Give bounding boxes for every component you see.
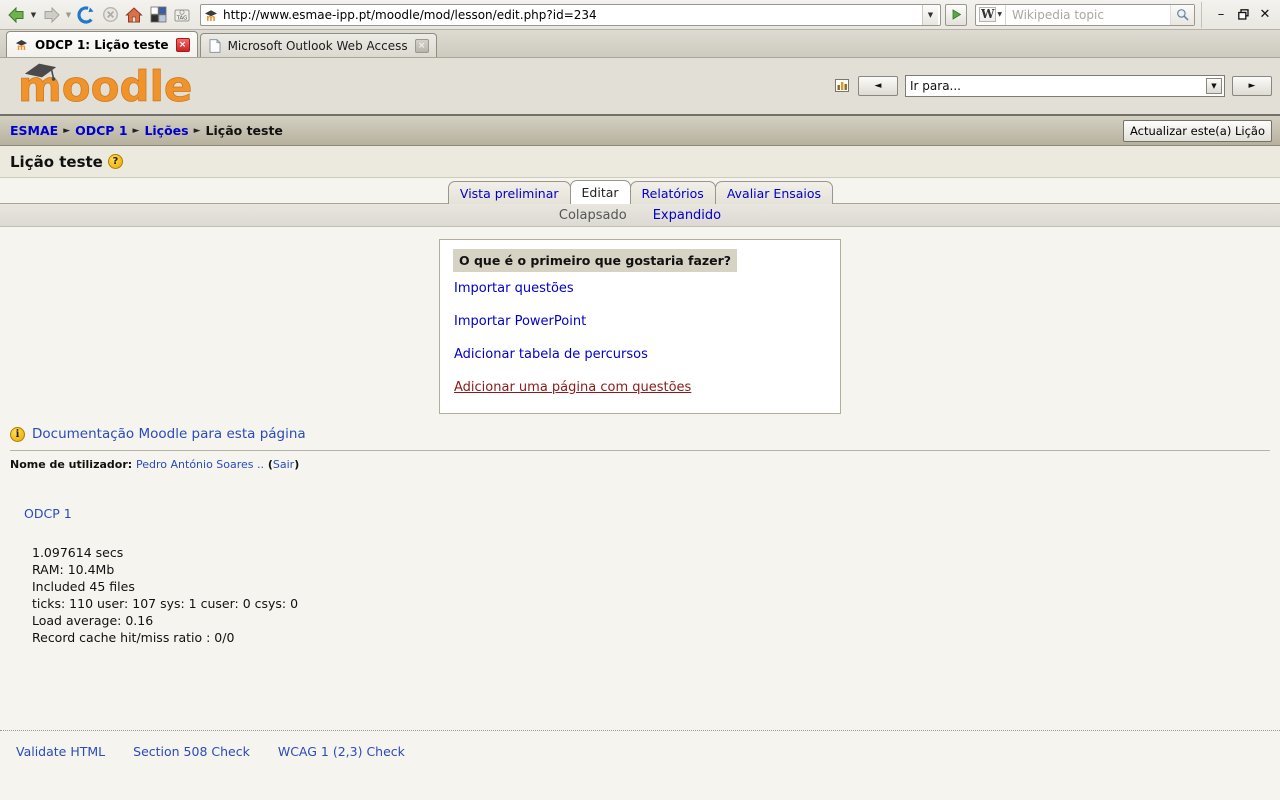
- moodle-docs-row: i Documentação Moodle para esta página: [0, 414, 1280, 450]
- username-link[interactable]: Pedro António Soares ..: [136, 458, 264, 471]
- address-bar[interactable]: m http://www.esmae-ipp.pt/moodle/mod/les…: [200, 3, 941, 26]
- link-adicionar-pagina-questoes[interactable]: Adicionar uma página com questões: [454, 380, 827, 395]
- home-icon[interactable]: [122, 3, 146, 27]
- forward-arrow-icon: [39, 3, 63, 27]
- svg-text:TAG: TAG: [176, 15, 188, 21]
- performance-info: 1.097614 secs RAM: 10.4Mb Included 45 fi…: [0, 522, 1280, 646]
- wcag-link[interactable]: WCAG 1 (2,3) Check: [278, 744, 405, 759]
- tabstrip-empty-area: [439, 30, 1280, 57]
- search-button[interactable]: [1170, 4, 1194, 25]
- jump-to-value: Ir para...: [910, 79, 961, 93]
- link-importar-questoes[interactable]: Importar questões: [454, 281, 827, 296]
- breadcrumb: ESMAE ► ODCP 1 ► Lições ► Lição teste Ac…: [0, 116, 1280, 146]
- perf-line-ram: RAM: 10.4Mb: [32, 562, 115, 577]
- browser-toolbar: ▼ ▼ TAG m http://www.esmae-ipp.pt/moodle…: [0, 0, 1280, 30]
- svg-text:m: m: [17, 42, 26, 51]
- header-nav-controls: ◄ Ir para... ▼ ►: [833, 75, 1272, 97]
- jump-prev-button[interactable]: ◄: [858, 76, 898, 96]
- restore-icon: [1237, 9, 1249, 20]
- tag-icon[interactable]: TAG: [170, 3, 194, 27]
- page-icon: [209, 38, 221, 53]
- back-arrow-icon[interactable]: [4, 3, 28, 27]
- search-box[interactable]: W ▼ Wikipedia topic: [975, 3, 1195, 26]
- go-icon: [952, 9, 961, 20]
- validation-links: Validate HTML Section 508 Check WCAG 1 (…: [0, 730, 1280, 759]
- breadcrumb-item-esmae[interactable]: ESMAE: [10, 123, 58, 138]
- breadcrumb-item-odcp1[interactable]: ODCP 1: [75, 123, 127, 138]
- tab-editar[interactable]: Editar: [569, 180, 631, 204]
- user-info-row: Nome de utilizador: Pedro António Soares…: [0, 451, 1280, 471]
- course-link[interactable]: ODCP 1: [24, 506, 72, 521]
- browser-tab-1[interactable]: Microsoft Outlook Web Access ×: [199, 33, 437, 57]
- breadcrumb-item-licoes[interactable]: Lições: [144, 123, 188, 138]
- search-icon: [1177, 9, 1189, 21]
- first-action-box: O que é o primeiro que gostaria fazer? I…: [439, 239, 841, 414]
- breadcrumb-item-current: Lição teste: [205, 123, 283, 138]
- link-importar-powerpoint[interactable]: Importar PowerPoint: [454, 314, 827, 329]
- search-engine-selector[interactable]: W ▼: [976, 4, 1006, 25]
- address-bar-text[interactable]: http://www.esmae-ipp.pt/moodle/mod/lesso…: [223, 8, 922, 22]
- perf-line-cache: Record cache hit/miss ratio : 0/0: [32, 630, 235, 645]
- maximize-button[interactable]: [1232, 4, 1254, 26]
- tab-relatorios[interactable]: Relatórios: [629, 181, 716, 204]
- first-action-heading: O que é o primeiro que gostaria fazer?: [453, 249, 738, 272]
- lesson-tabs: Vista preliminar Editar Relatórios Avali…: [0, 178, 1280, 204]
- moodle-favicon: m: [15, 40, 28, 51]
- breadcrumb-separator-icon: ►: [132, 125, 140, 136]
- info-icon: i: [10, 426, 25, 442]
- perf-line-files: Included 45 files: [32, 579, 135, 594]
- window-controls: – ✕: [1201, 1, 1276, 28]
- link-adicionar-tabela-percursos[interactable]: Adicionar tabela de percursos: [454, 347, 827, 362]
- bar-chart-icon[interactable]: [833, 77, 851, 95]
- browser-tab-0[interactable]: m ODCP 1: Lição teste ×: [6, 31, 198, 57]
- lesson-subtabs: Colapsado Expandido: [0, 203, 1280, 227]
- wikipedia-icon: W: [978, 7, 997, 22]
- page-title-bar: Lição teste ?: [0, 146, 1280, 178]
- browser-tab-title: Microsoft Outlook Web Access: [227, 38, 408, 53]
- perf-line-load: Load average: 0.16: [32, 613, 154, 628]
- help-icon[interactable]: ?: [107, 154, 123, 169]
- page-title: Lição teste: [10, 152, 103, 171]
- tab-vista-preliminar[interactable]: Vista preliminar: [447, 181, 571, 204]
- stop-icon: [98, 3, 122, 27]
- logout-paren-close: ): [294, 458, 300, 471]
- page-body: moodle ◄ Ir para... ▼ ► ESMAE ► ODCP 1 ►…: [0, 58, 1280, 800]
- address-bar-dropdown-icon[interactable]: ▼: [922, 4, 938, 25]
- section-508-link[interactable]: Section 508 Check: [133, 744, 250, 759]
- perf-line-secs: 1.097614 secs: [32, 545, 124, 560]
- jump-to-select[interactable]: Ir para... ▼: [905, 75, 1225, 97]
- course-link-row: ODCP 1: [0, 471, 1280, 522]
- browser-tab-close-icon[interactable]: ×: [175, 37, 190, 52]
- subtab-expandido[interactable]: Expandido: [653, 208, 721, 223]
- subtab-colapsado[interactable]: Colapsado: [559, 208, 627, 223]
- go-button[interactable]: [945, 3, 967, 26]
- jump-next-button[interactable]: ►: [1232, 76, 1272, 96]
- chevron-down-icon: ▼: [997, 11, 1003, 18]
- forward-history-dropdown[interactable]: ▼: [63, 3, 74, 27]
- moodle-logo[interactable]: moodle: [10, 61, 228, 111]
- breadcrumb-separator-icon: ►: [193, 125, 201, 136]
- tab-avaliar-ensaios[interactable]: Avaliar Ensaios: [714, 181, 834, 204]
- reload-icon[interactable]: [74, 3, 98, 27]
- browser-tab-close-icon[interactable]: ×: [414, 38, 429, 53]
- grid-icon[interactable]: [146, 3, 170, 27]
- svg-text:m: m: [206, 14, 215, 22]
- close-button[interactable]: ✕: [1254, 4, 1276, 26]
- validate-html-link[interactable]: Validate HTML: [16, 744, 105, 759]
- moodle-docs-link[interactable]: Documentação Moodle para esta página: [32, 426, 306, 442]
- breadcrumb-separator-icon: ►: [63, 125, 71, 136]
- site-header: moodle ◄ Ir para... ▼ ►: [0, 58, 1280, 116]
- moodle-favicon: m: [205, 9, 217, 22]
- browser-tab-title: ODCP 1: Lição teste: [35, 37, 169, 52]
- username-label: Nome de utilizador:: [10, 458, 133, 471]
- logout-link[interactable]: Sair: [273, 458, 294, 471]
- search-input[interactable]: Wikipedia topic: [1006, 8, 1170, 22]
- browser-tabstrip: m ODCP 1: Lição teste × Microsoft Outloo…: [0, 30, 1280, 58]
- back-history-dropdown[interactable]: ▼: [28, 3, 39, 27]
- chevron-down-icon[interactable]: ▼: [1206, 78, 1222, 94]
- minimize-button[interactable]: –: [1210, 4, 1232, 26]
- perf-line-ticks: ticks: 110 user: 107 sys: 1 cuser: 0 csy…: [32, 596, 299, 611]
- update-lesson-button[interactable]: Actualizar este(a) Lição: [1122, 119, 1272, 142]
- main-content: O que é o primeiro que gostaria fazer? I…: [0, 227, 1280, 414]
